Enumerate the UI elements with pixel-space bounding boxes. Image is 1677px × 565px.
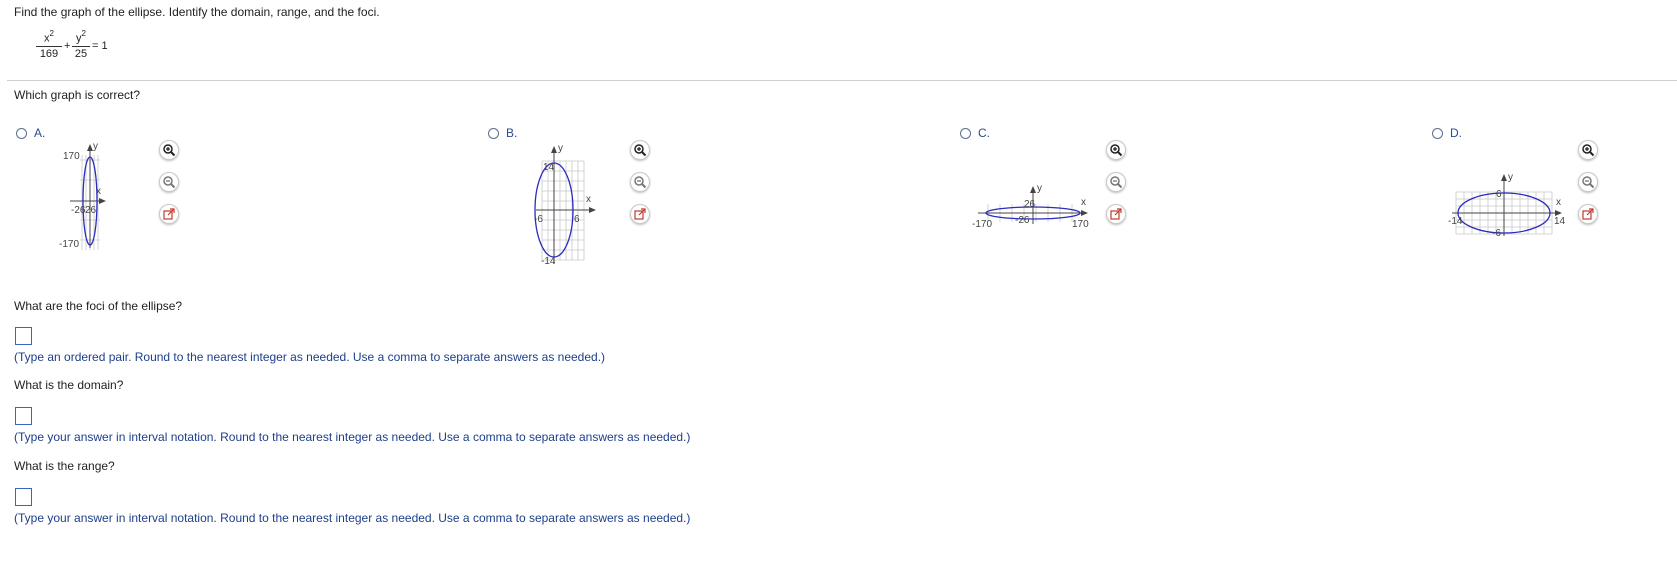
- y-max-tick-label: 6: [1496, 189, 1502, 200]
- option-d-open-button[interactable]: [1578, 204, 1598, 224]
- option-b-zoom-out-button[interactable]: [630, 172, 650, 192]
- range-answer-input[interactable]: [15, 488, 32, 506]
- open-external-icon: [634, 208, 646, 220]
- option-d-zoom-out-button[interactable]: [1578, 172, 1598, 192]
- y-min-tick-label: -14: [541, 256, 556, 267]
- y-min-tick-label: -26: [1015, 215, 1030, 226]
- y-max-tick-label: 170: [63, 151, 80, 162]
- x-denominator: 169: [39, 47, 59, 60]
- y-exponent: 2: [81, 29, 86, 38]
- option-a-zoom-in-button[interactable]: [159, 140, 179, 160]
- x-axis-label: x: [1081, 197, 1086, 208]
- zoom-in-icon: [634, 144, 647, 157]
- ellipse-equation: x2 169 + y2 25 = 1: [36, 29, 146, 70]
- y-min-tick-label: -170: [59, 239, 79, 250]
- open-external-icon: [1110, 208, 1122, 220]
- range-question: What is the range?: [14, 459, 115, 473]
- x-axis-arrow: [99, 198, 106, 204]
- fraction-x: x2 169: [36, 29, 62, 60]
- foci-answer-input[interactable]: [15, 327, 32, 345]
- x-min-tick-label: -14: [1448, 216, 1463, 227]
- x-exponent: 2: [49, 29, 54, 38]
- y-max-tick-label: 26: [1024, 199, 1036, 210]
- open-external-icon: [1582, 208, 1594, 220]
- option-b-label[interactable]: B.: [506, 126, 517, 140]
- y-variable: y: [76, 32, 82, 45]
- domain-hint: (Type your answer in interval notation. …: [14, 430, 691, 444]
- zoom-out-icon: [163, 176, 176, 189]
- option-a-graph: y x 170 -170 -26 26: [59, 141, 106, 250]
- y-min-tick-label: -6: [1492, 228, 1501, 239]
- option-b-zoom-in-button[interactable]: [630, 140, 650, 160]
- foci-question: What are the foci of the ellipse?: [14, 299, 183, 313]
- y-axis-label: y: [93, 141, 98, 152]
- y-axis-label: y: [1508, 172, 1513, 183]
- option-d-zoom-in-button[interactable]: [1578, 140, 1598, 160]
- section-divider: [7, 80, 1677, 81]
- equation-rhs: = 1: [92, 40, 108, 52]
- y-axis-arrow: [551, 146, 557, 153]
- zoom-out-icon: [1110, 176, 1123, 189]
- option-a-radio[interactable]: [16, 128, 27, 139]
- option-c-zoom-in-button[interactable]: [1106, 140, 1126, 160]
- zoom-in-icon: [1582, 144, 1595, 157]
- range-hint: (Type your answer in interval notation. …: [14, 511, 691, 525]
- y-denominator: 25: [74, 47, 88, 60]
- option-c-zoom-out-button[interactable]: [1106, 172, 1126, 192]
- option-a-open-button[interactable]: [159, 204, 179, 224]
- option-c-label[interactable]: C.: [978, 126, 990, 140]
- option-b-radio[interactable]: [488, 128, 499, 139]
- option-c-radio[interactable]: [960, 128, 971, 139]
- x-min-tick-label: -6: [534, 214, 543, 225]
- y-axis-label: y: [1037, 183, 1042, 194]
- option-d-radio[interactable]: [1432, 128, 1443, 139]
- x-min-tick-label: -26: [71, 205, 86, 216]
- domain-answer-input[interactable]: [15, 407, 32, 425]
- x-axis-arrow: [1081, 210, 1088, 216]
- x-max-tick-label: 26: [85, 205, 97, 216]
- zoom-in-icon: [1110, 144, 1123, 157]
- open-external-icon: [163, 208, 175, 220]
- zoom-out-icon: [634, 176, 647, 189]
- option-a-zoom-out-button[interactable]: [159, 172, 179, 192]
- option-a-label[interactable]: A.: [34, 126, 45, 140]
- x-axis-arrow: [589, 207, 596, 213]
- option-b-open-button[interactable]: [630, 204, 650, 224]
- question-prompt: Find the graph of the ellipse. Identify …: [14, 5, 380, 19]
- domain-question: What is the domain?: [14, 378, 124, 392]
- x-max-tick-label: 170: [1072, 219, 1089, 230]
- fraction-y: y2 25: [72, 29, 90, 60]
- y-axis-arrow: [1030, 186, 1036, 193]
- option-c-open-button[interactable]: [1106, 204, 1126, 224]
- option-d-graph: y x 6 -6 -14 14: [1448, 172, 1566, 239]
- option-d-label[interactable]: D.: [1450, 126, 1462, 140]
- option-c-graph: y x 26 -26 -170 170: [972, 183, 1089, 230]
- x-max-tick-label: 6: [574, 214, 580, 225]
- x-min-tick-label: -170: [972, 219, 992, 230]
- graph-question: Which graph is correct?: [14, 88, 141, 102]
- zoom-in-icon: [163, 144, 176, 157]
- x-axis-label: x: [586, 194, 591, 205]
- x-axis-label: x: [1556, 197, 1561, 208]
- y-max-tick-label: 14: [543, 162, 555, 173]
- option-b-graph: y x 14 -14 -6 6: [534, 143, 596, 267]
- x-axis-label: x: [96, 186, 101, 197]
- foci-hint: (Type an ordered pair. Round to the near…: [14, 350, 606, 364]
- plus-sign: +: [64, 40, 71, 52]
- y-axis-label: y: [558, 143, 563, 154]
- x-max-tick-label: 14: [1554, 216, 1566, 227]
- x-variable: x: [44, 32, 50, 45]
- zoom-out-icon: [1582, 176, 1595, 189]
- y-axis-arrow: [1501, 174, 1507, 181]
